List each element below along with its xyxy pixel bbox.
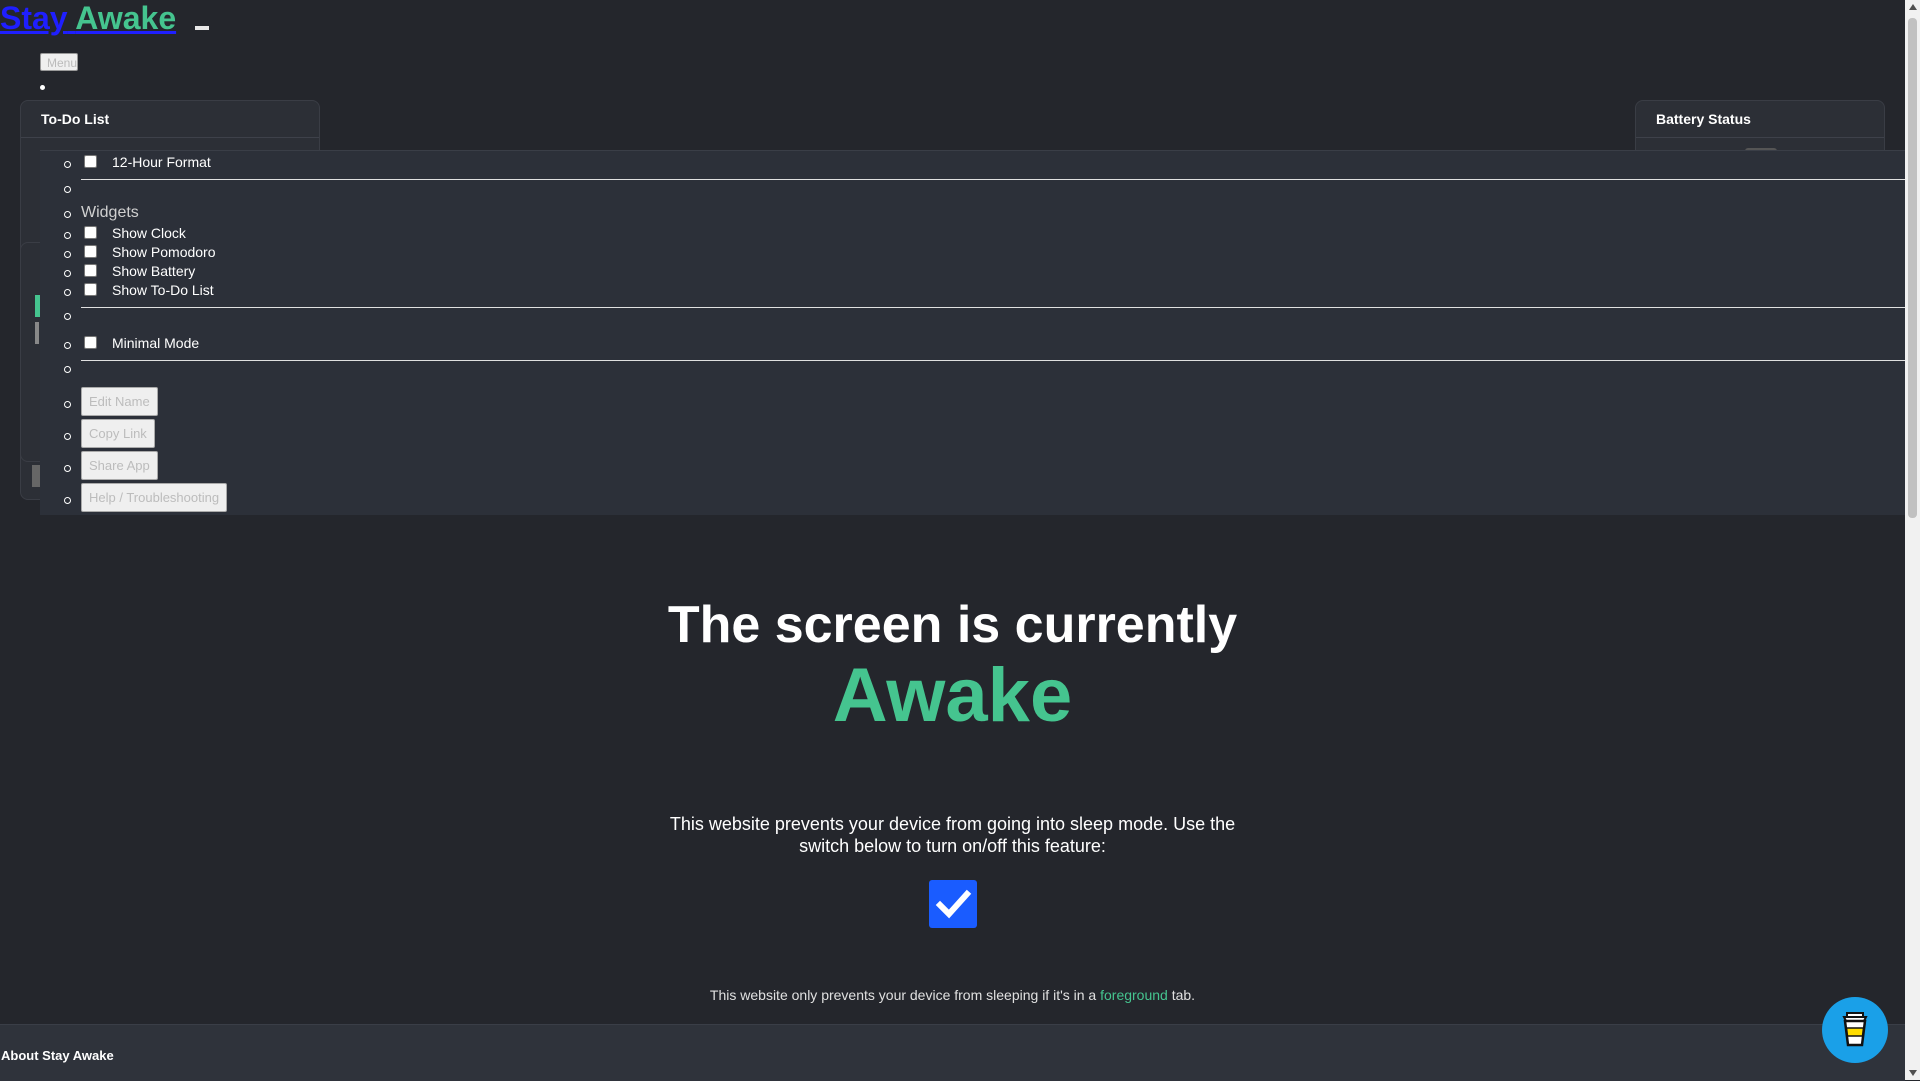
scroll-thumb[interactable] — [1908, 18, 1917, 518]
scroll-down-icon[interactable] — [1909, 1070, 1917, 1076]
menu-button[interactable]: Menu — [40, 53, 78, 71]
note-text-after: tab. — [1167, 987, 1196, 1003]
time-format-option[interactable]: 12-Hour Format — [80, 153, 211, 171]
edit-name-button[interactable]: Edit Name — [81, 387, 158, 416]
list-bullet — [64, 186, 71, 193]
show-battery-label: Show Battery — [112, 263, 196, 279]
about-title: About Stay Awake — [1, 1048, 114, 1063]
help-button[interactable]: Help / Troubleshooting — [81, 483, 228, 512]
list-bullet — [64, 313, 71, 320]
list-bullet — [64, 433, 71, 440]
battery-widget-title: Battery Status — [1636, 101, 1884, 138]
show-clock-checkbox[interactable] — [84, 226, 97, 239]
wake-lock-switch[interactable] — [929, 880, 977, 928]
show-clock-option[interactable]: Show Clock — [80, 224, 186, 242]
minimal-mode-option[interactable]: Minimal Mode — [80, 334, 199, 352]
coffee-cup-icon — [1842, 1012, 1868, 1047]
buy-coffee-button[interactable] — [1822, 997, 1888, 1063]
about-section: About Stay Awake — [0, 1024, 1905, 1081]
list-bullet — [64, 232, 71, 239]
copy-link-button[interactable]: Copy Link — [81, 419, 155, 448]
show-pomodoro-checkbox[interactable] — [84, 245, 97, 258]
foreground-note: This website only prevents your device f… — [0, 987, 1905, 1003]
list-bullet — [64, 497, 71, 504]
show-todo-option[interactable]: Show To-Do List — [80, 281, 214, 299]
show-battery-option[interactable]: Show Battery — [80, 262, 195, 280]
list-bullet — [64, 342, 71, 349]
description-text: This website prevents your device from g… — [669, 814, 1236, 856]
show-pomodoro-label: Show Pomodoro — [112, 244, 216, 260]
widgets-heading: Widgets — [81, 204, 139, 221]
show-todo-checkbox[interactable] — [84, 283, 97, 296]
todo-widget-title: To-Do List — [21, 101, 319, 138]
show-clock-label: Show Clock — [112, 225, 186, 241]
minimal-mode-checkbox[interactable] — [84, 336, 97, 349]
status-heading: The screen is currently — [667, 596, 1238, 654]
show-pomodoro-option[interactable]: Show Pomodoro — [80, 243, 216, 261]
show-todo-label: Show To-Do List — [112, 282, 214, 298]
share-app-button[interactable]: Share App — [81, 451, 158, 480]
menu-divider — [81, 360, 1905, 361]
note-text-before: This website only prevents your device f… — [709, 987, 1101, 1003]
list-bullet — [64, 161, 71, 168]
navbar-toggle-icon[interactable] — [195, 26, 209, 30]
status-value: Awake — [832, 653, 1073, 738]
menu-divider — [81, 179, 1905, 180]
brand-link[interactable]: Stay Awake — [0, 0, 176, 36]
time-format-checkbox[interactable] — [84, 155, 97, 168]
show-battery-checkbox[interactable] — [84, 264, 97, 277]
brand-word-stay: Stay — [0, 0, 68, 36]
list-bullet — [64, 366, 71, 373]
list-bullet — [64, 401, 71, 408]
list-bullet — [64, 465, 71, 472]
list-bullet — [40, 85, 45, 90]
brand-word-awake: Awake — [75, 0, 177, 36]
checkmark-icon — [935, 889, 972, 919]
list-bullet — [64, 289, 71, 296]
note-foreground-highlight: foreground — [1100, 987, 1168, 1003]
menu-divider — [81, 307, 1905, 308]
settings-dropdown: 12-Hour Format Widgets Show Clock Show P… — [40, 150, 1905, 515]
list-bullet — [64, 251, 71, 258]
time-format-label: 12-Hour Format — [112, 154, 211, 170]
page-scrollbar[interactable] — [1905, 0, 1920, 1080]
list-bullet — [64, 211, 71, 218]
pomodoro-control-fragment — [35, 322, 39, 344]
minimal-mode-label: Minimal Mode — [112, 335, 200, 351]
list-bullet — [64, 270, 71, 277]
scroll-up-icon[interactable] — [1909, 4, 1917, 10]
